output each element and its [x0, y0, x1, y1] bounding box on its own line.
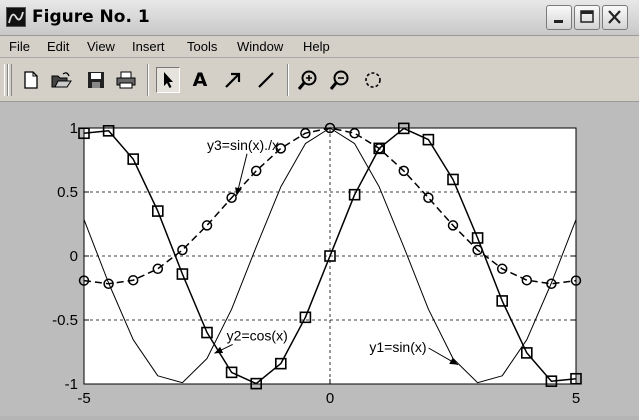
close-button[interactable] — [602, 5, 628, 30]
x-tick-label: 5 — [572, 390, 580, 407]
menu-edit[interactable]: Edit — [47, 39, 69, 54]
y-tick-label: -0.5 — [52, 312, 78, 329]
x-tick-label: 0 — [326, 390, 334, 407]
zoom-out-button[interactable] — [328, 67, 352, 93]
maximize-button[interactable] — [574, 5, 600, 30]
menu-file[interactable]: File — [9, 39, 30, 54]
figure-canvas: 1 0.5 0 -0.5 -1 -5 0 5 y3=sin(x)./x y2=cos(x) y1=… — [0, 102, 639, 416]
insert-text-button[interactable]: A — [188, 67, 212, 93]
toolbar-separator — [287, 64, 289, 96]
menu-insert[interactable]: Insert — [132, 39, 165, 54]
y-tick-label: -1 — [65, 376, 78, 393]
menu-window[interactable]: Window — [237, 39, 283, 54]
edit-plot-button[interactable] — [156, 67, 180, 93]
new-figure-icon — [24, 71, 38, 89]
insert-arrow-button[interactable] — [221, 67, 245, 93]
zoom-out-icon — [329, 70, 349, 90]
y-tick-label: 0 — [70, 248, 78, 265]
insert-line-button[interactable] — [254, 67, 278, 93]
insert-arrow-icon — [225, 72, 241, 88]
rotate-3d-icon — [365, 72, 381, 88]
zoom-in-button[interactable] — [296, 67, 320, 93]
annotation-label: y2=cos(x) — [227, 327, 288, 343]
annotation-label: y1=sin(x) — [369, 339, 426, 355]
menu-view[interactable]: View — [87, 39, 115, 54]
rotate-3d-button[interactable] — [361, 67, 385, 93]
open-file-icon — [51, 72, 72, 88]
print-icon — [116, 71, 136, 89]
insert-line-icon — [258, 72, 274, 88]
close-icon — [608, 10, 621, 24]
insert-text-icon: A — [192, 69, 208, 91]
new-figure-button[interactable] — [19, 67, 43, 93]
maximize-icon — [580, 10, 594, 23]
edit-plot-arrow-icon — [164, 72, 173, 88]
minimize-icon — [554, 20, 563, 23]
window-title: Figure No. 1 — [32, 7, 150, 27]
menu-help[interactable]: Help — [303, 39, 330, 54]
menu-bar: File Edit View Insert Tools Window Help — [0, 36, 639, 58]
toolbar-separator — [147, 64, 149, 96]
save-button[interactable] — [84, 67, 108, 93]
menu-tools[interactable]: Tools — [187, 39, 217, 54]
matlab-figure-icon — [6, 7, 26, 27]
plot-svg: 1 0.5 0 -0.5 -1-5 0 5 y3=sin(x)./x y2=cos(x) y1=… — [52, 120, 582, 407]
x-tick-label: -5 — [77, 390, 90, 407]
y-tick-label: 1 — [70, 120, 78, 137]
figure-toolbar: A — [0, 58, 639, 102]
save-icon — [88, 72, 104, 88]
minimize-button[interactable] — [546, 5, 572, 30]
title-bar[interactable]: Figure No. 1 — [0, 0, 639, 36]
y-tick-label: 0.5 — [57, 184, 78, 201]
open-file-button[interactable] — [49, 67, 73, 93]
toolbar-grip[interactable] — [8, 64, 12, 96]
print-button[interactable] — [114, 67, 138, 93]
annotation-label: y3=sin(x)./x — [207, 137, 279, 153]
zoom-in-icon — [297, 70, 317, 90]
